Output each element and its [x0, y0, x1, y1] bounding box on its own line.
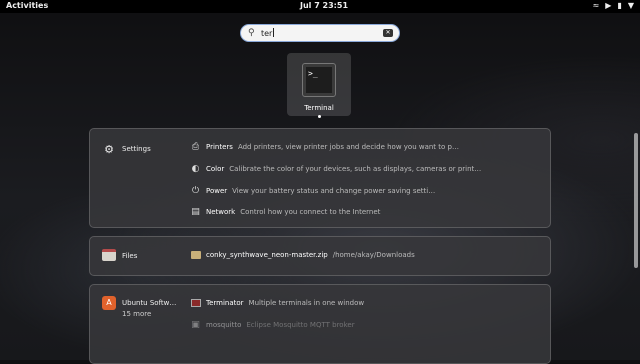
wifi-icon: ≈: [592, 1, 600, 10]
network-icon: ▤: [191, 206, 200, 217]
terminator-icon: [190, 298, 201, 307]
app-result-label: Terminal: [304, 104, 334, 112]
ubuntu-software-icon: A: [102, 296, 116, 310]
package-icon: ▣: [191, 319, 200, 330]
power-icon: ⏻: [191, 185, 200, 196]
software-results-panel: A Ubuntu Softw… 15 more Terminator Multi…: [89, 284, 551, 364]
result-color[interactable]: ◐ Color Calibrate the color of your devi…: [190, 163, 482, 174]
power-menu-icon: ▼: [627, 1, 634, 10]
files-results-panel: Files conky_synthwave_neon-master.zip /h…: [89, 236, 551, 276]
terminal-icon: >_: [302, 63, 336, 97]
provider-files[interactable]: Files: [102, 249, 137, 263]
more-results-count[interactable]: 15 more: [122, 310, 176, 318]
provider-settings[interactable]: ⚙ Settings: [102, 142, 151, 156]
result-mosquitto[interactable]: ▣ mosquitto Eclipse Mosquitto MQTT broke…: [190, 319, 354, 330]
printer-icon: ⎙: [191, 141, 200, 152]
volume-icon: ▶: [605, 1, 612, 10]
clock[interactable]: Jul 7 23:51: [300, 1, 348, 10]
result-network[interactable]: ▤ Network Control how you connect to the…: [190, 206, 380, 217]
results-scrollbar[interactable]: [634, 133, 638, 268]
system-tray[interactable]: ≈ ▶ ▮ ▼: [593, 1, 634, 10]
folder-icon: [190, 250, 201, 259]
provider-ubuntu-software[interactable]: A Ubuntu Softw… 15 more: [102, 296, 176, 318]
files-icon: [102, 249, 116, 261]
gear-icon: ⚙: [104, 142, 114, 156]
result-power[interactable]: ⏻ Power View your battery status and cha…: [190, 185, 435, 196]
activities-button[interactable]: Activities: [6, 1, 48, 10]
battery-icon: ▮: [617, 1, 622, 10]
running-indicator: [318, 115, 321, 118]
app-result-terminal[interactable]: >_ Terminal: [287, 53, 351, 116]
settings-results-panel: ⚙ Settings ⎙ Printers Add printers, view…: [89, 128, 551, 228]
clear-search-icon[interactable]: ✕: [383, 29, 393, 37]
result-printers[interactable]: ⎙ Printers Add printers, view printer jo…: [190, 141, 459, 152]
search-input[interactable]: ⚲ ter ✕: [240, 24, 400, 42]
top-bar: Activities Jul 7 23:51 ≈ ▶ ▮ ▼: [0, 0, 640, 13]
text-cursor: [273, 28, 275, 37]
color-icon: ◐: [191, 163, 200, 174]
search-icon: ⚲: [248, 28, 255, 38]
search-query: ter: [261, 29, 273, 38]
result-terminator[interactable]: Terminator Multiple terminals in one win…: [190, 297, 364, 308]
result-file-zip[interactable]: conky_synthwave_neon-master.zip /home/ak…: [190, 249, 415, 260]
